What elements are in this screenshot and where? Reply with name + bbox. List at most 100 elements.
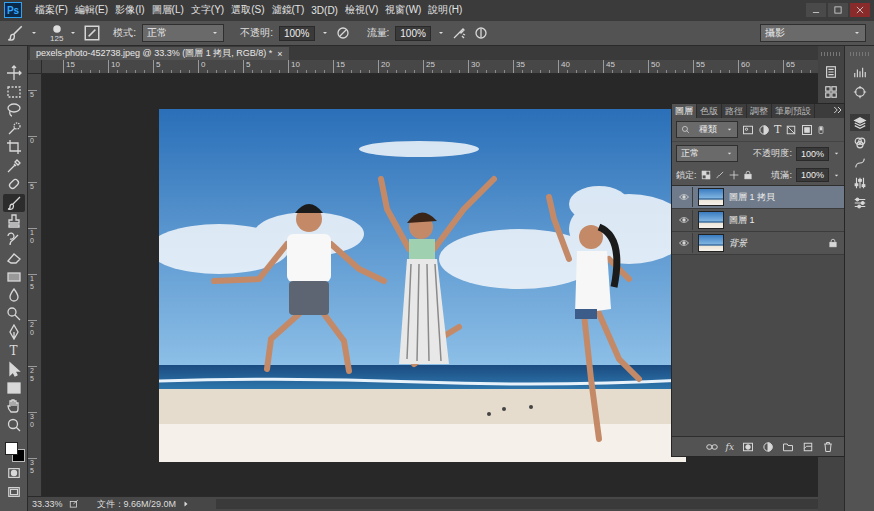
- link-layers-icon[interactable]: [706, 441, 718, 453]
- minimize-button[interactable]: [806, 3, 826, 17]
- lock-all-icon[interactable]: [743, 170, 753, 180]
- blend-mode-dropdown[interactable]: 正常: [676, 145, 738, 162]
- brush-tool-icon[interactable]: [6, 24, 24, 42]
- menu-item[interactable]: 說明(H): [428, 2, 462, 18]
- dropdown-arrow-icon[interactable]: [321, 28, 329, 38]
- dropdown-arrow-icon[interactable]: [833, 171, 840, 180]
- tool-button[interactable]: [3, 194, 25, 213]
- dock-button[interactable]: [821, 63, 841, 80]
- lock-transparency-icon[interactable]: [701, 170, 711, 180]
- panel-tab[interactable]: 筆刷預設: [772, 104, 815, 118]
- layer-row[interactable]: 背景: [672, 232, 844, 255]
- menu-item[interactable]: 文字(Y): [191, 2, 224, 18]
- tool-button[interactable]: [3, 83, 25, 102]
- tool-button[interactable]: [3, 175, 25, 194]
- app-logo[interactable]: Ps: [4, 2, 22, 18]
- dock-button[interactable]: [821, 83, 841, 100]
- shape-filter-icon[interactable]: [785, 124, 797, 136]
- flow-field[interactable]: 100%: [395, 26, 431, 41]
- tool-button[interactable]: [3, 305, 25, 324]
- menu-item[interactable]: 圖層(L): [152, 2, 184, 18]
- layer-name[interactable]: 背景: [729, 237, 823, 250]
- tool-button[interactable]: [3, 360, 25, 379]
- zoom-level[interactable]: 33.33%: [32, 499, 63, 509]
- pressure-size-icon[interactable]: [473, 25, 489, 41]
- tool-button[interactable]: [3, 268, 25, 287]
- tool-button[interactable]: [3, 212, 25, 231]
- airbrush-icon[interactable]: [451, 25, 467, 41]
- dock-grip[interactable]: [850, 52, 870, 56]
- dropdown-arrow-icon[interactable]: [69, 28, 77, 38]
- panel-tab[interactable]: 路徑: [722, 104, 747, 118]
- document-tab[interactable]: pexels-photo-452738.jpeg @ 33.3% (圖層 1 拷…: [30, 47, 289, 60]
- dock-button[interactable]: [850, 154, 870, 171]
- mode-dropdown[interactable]: 正常: [142, 24, 224, 42]
- layer-style-button[interactable]: fx: [726, 442, 734, 452]
- lock-pixels-icon[interactable]: [715, 170, 725, 180]
- tool-button[interactable]: [3, 157, 25, 176]
- filter-dropdown[interactable]: 種類: [676, 121, 738, 138]
- fill-field[interactable]: 100%: [796, 168, 829, 182]
- panel-tab[interactable]: 色版: [697, 104, 722, 118]
- maximize-button[interactable]: [828, 3, 848, 17]
- dropdown-arrow-icon[interactable]: [30, 28, 38, 38]
- visibility-toggle[interactable]: [676, 210, 693, 230]
- brush-panel-icon[interactable]: [83, 24, 101, 42]
- horizontal-scrollbar[interactable]: [216, 499, 818, 509]
- visibility-toggle[interactable]: [676, 233, 693, 253]
- tool-button[interactable]: [3, 416, 25, 435]
- lock-position-icon[interactable]: [729, 170, 739, 180]
- share-icon[interactable]: [69, 499, 79, 509]
- layer-name[interactable]: 圖層 1: [729, 214, 838, 227]
- tool-button[interactable]: [3, 101, 25, 120]
- workspace-dropdown[interactable]: 攝影: [760, 24, 866, 42]
- adjustment-layer-icon[interactable]: [762, 441, 774, 453]
- dock-button[interactable]: [850, 174, 870, 191]
- dock-grip[interactable]: [821, 52, 841, 56]
- menu-item[interactable]: 影像(I): [115, 2, 144, 18]
- brush-preset-picker[interactable]: 125: [50, 24, 63, 43]
- collapse-panel-icon[interactable]: [832, 104, 844, 116]
- tool-button[interactable]: [3, 64, 25, 83]
- tool-button[interactable]: [3, 120, 25, 139]
- tool-button[interactable]: [3, 231, 25, 250]
- quick-mask-button[interactable]: [3, 464, 25, 483]
- layer-opacity-field[interactable]: 100%: [796, 147, 829, 161]
- menu-item[interactable]: 3D(D): [311, 4, 338, 17]
- delete-layer-icon[interactable]: [822, 441, 834, 453]
- tool-button[interactable]: [3, 379, 25, 398]
- status-menu-icon[interactable]: [182, 499, 190, 509]
- foreground-color-swatch[interactable]: [5, 442, 18, 455]
- dock-button[interactable]: [850, 114, 870, 131]
- new-group-icon[interactable]: [782, 441, 794, 453]
- close-window-button[interactable]: [850, 3, 870, 17]
- tool-button[interactable]: [3, 397, 25, 416]
- dock-button[interactable]: [850, 194, 870, 211]
- menu-item[interactable]: 選取(S): [231, 2, 264, 18]
- visibility-toggle[interactable]: [676, 187, 693, 207]
- dropdown-arrow-icon[interactable]: [833, 149, 840, 158]
- pixel-filter-icon[interactable]: [742, 124, 754, 136]
- add-mask-icon[interactable]: [742, 441, 754, 453]
- layer-row[interactable]: 圖層 1 拷貝: [672, 186, 844, 209]
- smart-object-filter-icon[interactable]: [801, 124, 813, 136]
- close-tab-button[interactable]: ×: [277, 49, 282, 59]
- panel-tab[interactable]: 圖層: [672, 104, 697, 118]
- menu-item[interactable]: 編輯(E): [75, 2, 108, 18]
- tool-button[interactable]: [3, 249, 25, 268]
- dock-button[interactable]: [850, 83, 870, 100]
- filter-toggle-icon[interactable]: [817, 124, 825, 136]
- type-filter-button[interactable]: T: [774, 123, 781, 136]
- tool-button[interactable]: [3, 286, 25, 305]
- screen-mode-button[interactable]: [3, 483, 25, 502]
- dock-button[interactable]: [850, 134, 870, 151]
- color-swatches[interactable]: [3, 438, 25, 464]
- dock-button[interactable]: [850, 63, 870, 80]
- new-layer-icon[interactable]: [802, 441, 814, 453]
- panel-tab[interactable]: 調整: [747, 104, 772, 118]
- menu-item[interactable]: 檢視(V): [345, 2, 378, 18]
- menu-item[interactable]: 濾鏡(T): [272, 2, 305, 18]
- layer-row[interactable]: 圖層 1: [672, 209, 844, 232]
- tool-button[interactable]: T: [3, 342, 25, 361]
- layer-name[interactable]: 圖層 1 拷貝: [729, 191, 838, 204]
